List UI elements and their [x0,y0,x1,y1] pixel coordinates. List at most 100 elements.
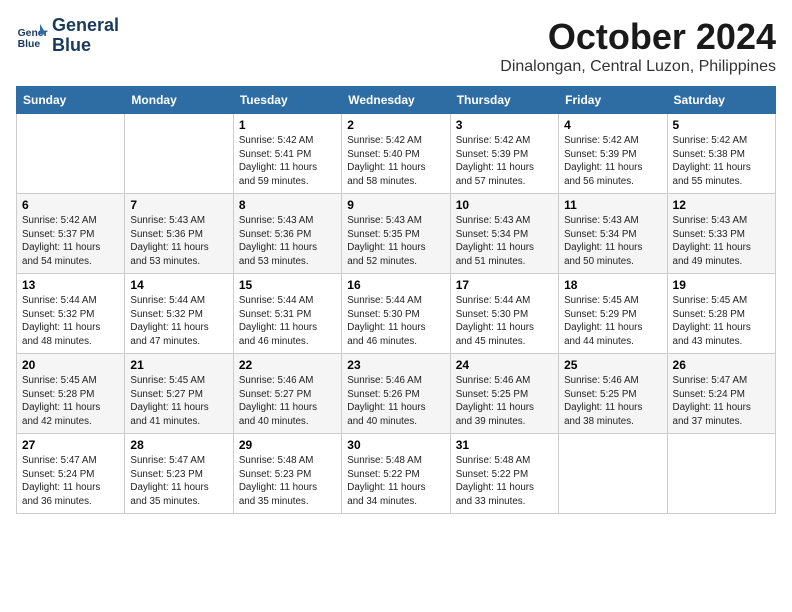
calendar-body: 1 Sunrise: 5:42 AM Sunset: 5:41 PM Daylig… [17,114,776,514]
day-number: 10 [456,198,553,212]
calendar-cell: 17 Sunrise: 5:44 AM Sunset: 5:30 PM Dayli… [450,274,558,354]
day-number: 2 [347,118,444,132]
logo: General Blue General Blue [16,16,119,56]
day-number: 13 [22,278,119,292]
logo-text-line1: General [52,16,119,36]
cell-content: Sunrise: 5:43 AM Sunset: 5:35 PM Dayligh… [347,214,444,269]
day-number: 20 [22,358,119,372]
day-number: 16 [347,278,444,292]
day-number: 7 [130,198,227,212]
page-header: General Blue General Blue October 2024 D… [16,16,776,76]
calendar-header-row: SundayMondayTuesdayWednesdayThursdayFrid… [17,87,776,114]
day-number: 1 [239,118,336,132]
day-number: 23 [347,358,444,372]
cell-content: Sunrise: 5:43 AM Sunset: 5:34 PM Dayligh… [456,214,553,269]
day-header-sunday: Sunday [17,87,125,114]
calendar-cell: 27 Sunrise: 5:47 AM Sunset: 5:24 PM Dayli… [17,434,125,514]
cell-content: Sunrise: 5:43 AM Sunset: 5:36 PM Dayligh… [239,214,336,269]
calendar-cell: 20 Sunrise: 5:45 AM Sunset: 5:28 PM Dayli… [17,354,125,434]
calendar-cell: 12 Sunrise: 5:43 AM Sunset: 5:33 PM Dayli… [667,194,775,274]
cell-content: Sunrise: 5:44 AM Sunset: 5:32 PM Dayligh… [22,294,119,349]
logo-icon: General Blue [16,20,48,52]
calendar-week-1: 1 Sunrise: 5:42 AM Sunset: 5:41 PM Daylig… [17,114,776,194]
cell-content: Sunrise: 5:45 AM Sunset: 5:27 PM Dayligh… [130,374,227,429]
calendar-cell: 11Sunrise: 5:43 AM Sunset: 5:34 PM Dayli… [559,194,667,274]
day-header-wednesday: Wednesday [342,87,450,114]
day-number: 29 [239,438,336,452]
calendar-cell [667,434,775,514]
day-number: 6 [22,198,119,212]
day-number: 15 [239,278,336,292]
calendar-cell: 25 Sunrise: 5:46 AM Sunset: 5:25 PM Dayli… [559,354,667,434]
calendar-cell: 14Sunrise: 5:44 AM Sunset: 5:32 PM Dayli… [125,274,233,354]
cell-content: Sunrise: 5:42 AM Sunset: 5:40 PM Dayligh… [347,134,444,189]
day-number: 30 [347,438,444,452]
day-number: 31 [456,438,553,452]
cell-content: Sunrise: 5:43 AM Sunset: 5:33 PM Dayligh… [673,214,770,269]
cell-content: Sunrise: 5:46 AM Sunset: 5:26 PM Dayligh… [347,374,444,429]
calendar-cell: 29 Sunrise: 5:48 AM Sunset: 5:23 PM Dayli… [233,434,341,514]
calendar-cell: 28 Sunrise: 5:47 AM Sunset: 5:23 PM Dayli… [125,434,233,514]
cell-content: Sunrise: 5:43 AM Sunset: 5:36 PM Dayligh… [130,214,227,269]
day-header-saturday: Saturday [667,87,775,114]
day-number: 28 [130,438,227,452]
cell-content: Sunrise: 5:48 AM Sunset: 5:23 PM Dayligh… [239,454,336,509]
calendar-cell: 18Sunrise: 5:45 AM Sunset: 5:29 PM Dayli… [559,274,667,354]
calendar-cell: 7 Sunrise: 5:43 AM Sunset: 5:36 PM Daylig… [125,194,233,274]
calendar-week-5: 27 Sunrise: 5:47 AM Sunset: 5:24 PM Dayli… [17,434,776,514]
cell-content: Sunrise: 5:48 AM Sunset: 5:22 PM Dayligh… [456,454,553,509]
day-number: 9 [347,198,444,212]
day-number: 21 [130,358,227,372]
calendar-cell: 2 Sunrise: 5:42 AM Sunset: 5:40 PM Daylig… [342,114,450,194]
day-number: 5 [673,118,770,132]
cell-content: Sunrise: 5:46 AM Sunset: 5:25 PM Dayligh… [456,374,553,429]
calendar-cell: 8 Sunrise: 5:43 AM Sunset: 5:36 PM Daylig… [233,194,341,274]
day-number: 26 [673,358,770,372]
cell-content: Sunrise: 5:45 AM Sunset: 5:28 PM Dayligh… [22,374,119,429]
day-number: 4 [564,118,661,132]
calendar-cell: 1 Sunrise: 5:42 AM Sunset: 5:41 PM Daylig… [233,114,341,194]
location-title: Dinalongan, Central Luzon, Philippines [500,58,776,76]
day-number: 25 [564,358,661,372]
calendar-cell: 24 Sunrise: 5:46 AM Sunset: 5:25 PM Dayli… [450,354,558,434]
calendar-cell: 4Sunrise: 5:42 AM Sunset: 5:39 PM Daylig… [559,114,667,194]
cell-content: Sunrise: 5:47 AM Sunset: 5:23 PM Dayligh… [130,454,227,509]
calendar-cell: 10 Sunrise: 5:43 AM Sunset: 5:34 PM Dayli… [450,194,558,274]
cell-content: Sunrise: 5:46 AM Sunset: 5:27 PM Dayligh… [239,374,336,429]
calendar-cell: 30 Sunrise: 5:48 AM Sunset: 5:22 PM Dayli… [342,434,450,514]
calendar-cell [125,114,233,194]
logo-text-line2: Blue [52,36,119,56]
calendar-cell: 22Sunrise: 5:46 AM Sunset: 5:27 PM Dayli… [233,354,341,434]
day-number: 27 [22,438,119,452]
cell-content: Sunrise: 5:47 AM Sunset: 5:24 PM Dayligh… [22,454,119,509]
svg-text:Blue: Blue [18,39,41,50]
calendar-cell: 9 Sunrise: 5:43 AM Sunset: 5:35 PM Daylig… [342,194,450,274]
calendar-cell: 21 Sunrise: 5:45 AM Sunset: 5:27 PM Dayli… [125,354,233,434]
calendar-table: SundayMondayTuesdayWednesdayThursdayFrid… [16,86,776,514]
cell-content: Sunrise: 5:44 AM Sunset: 5:30 PM Dayligh… [347,294,444,349]
title-block: October 2024 Dinalongan, Central Luzon, … [500,16,776,76]
day-number: 17 [456,278,553,292]
calendar-cell: 26Sunrise: 5:47 AM Sunset: 5:24 PM Dayli… [667,354,775,434]
day-number: 3 [456,118,553,132]
calendar-week-4: 20 Sunrise: 5:45 AM Sunset: 5:28 PM Dayli… [17,354,776,434]
day-number: 11 [564,198,661,212]
calendar-cell: 16 Sunrise: 5:44 AM Sunset: 5:30 PM Dayli… [342,274,450,354]
day-number: 8 [239,198,336,212]
month-title: October 2024 [500,16,776,58]
calendar-cell: 15Sunrise: 5:44 AM Sunset: 5:31 PM Dayli… [233,274,341,354]
cell-content: Sunrise: 5:44 AM Sunset: 5:32 PM Dayligh… [130,294,227,349]
day-number: 12 [673,198,770,212]
cell-content: Sunrise: 5:42 AM Sunset: 5:38 PM Dayligh… [673,134,770,189]
calendar-week-2: 6 Sunrise: 5:42 AM Sunset: 5:37 PM Daylig… [17,194,776,274]
cell-content: Sunrise: 5:42 AM Sunset: 5:37 PM Dayligh… [22,214,119,269]
calendar-cell: 6 Sunrise: 5:42 AM Sunset: 5:37 PM Daylig… [17,194,125,274]
calendar-cell: 23 Sunrise: 5:46 AM Sunset: 5:26 PM Dayli… [342,354,450,434]
cell-content: Sunrise: 5:42 AM Sunset: 5:41 PM Dayligh… [239,134,336,189]
cell-content: Sunrise: 5:48 AM Sunset: 5:22 PM Dayligh… [347,454,444,509]
calendar-cell [17,114,125,194]
cell-content: Sunrise: 5:46 AM Sunset: 5:25 PM Dayligh… [564,374,661,429]
day-number: 24 [456,358,553,372]
calendar-cell: 19Sunrise: 5:45 AM Sunset: 5:28 PM Dayli… [667,274,775,354]
cell-content: Sunrise: 5:44 AM Sunset: 5:30 PM Dayligh… [456,294,553,349]
